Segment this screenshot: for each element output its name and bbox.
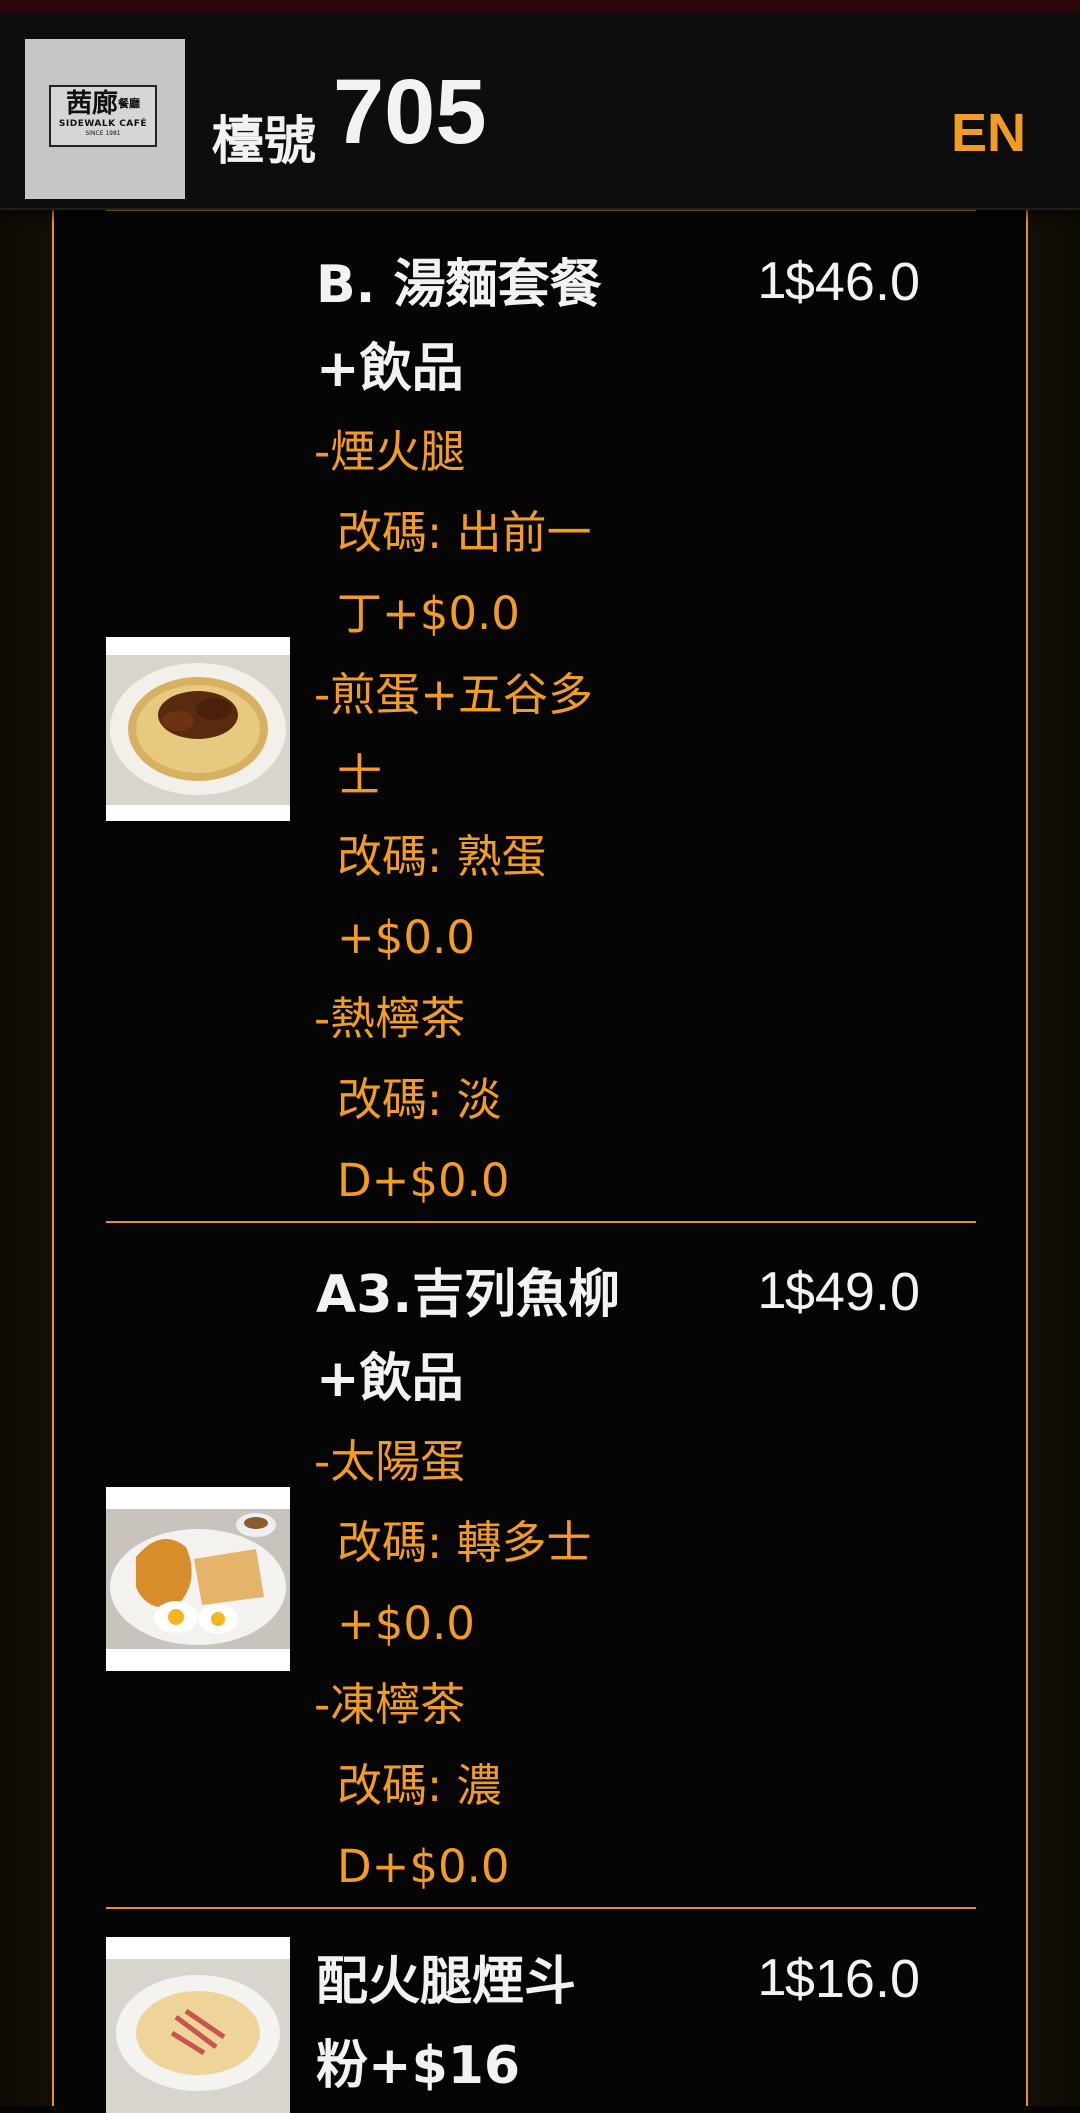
item-option: -凍檸茶 bbox=[314, 1678, 466, 1731]
item-option: -煎蛋+五谷多 bbox=[314, 668, 593, 721]
item-option: 改碼: 熟蛋 bbox=[337, 830, 547, 883]
item-thumbnail-soup-noodle bbox=[106, 637, 290, 821]
item-option: -熱檸茶 bbox=[314, 992, 466, 1045]
item-thumbnail-fish-fillet bbox=[106, 1487, 290, 1671]
logo-since-text: SINCE 1981 bbox=[85, 130, 121, 137]
app-header: 茜廊餐廳 SIDEWALK CAFÉ SINCE 1981 檯號 705 EN bbox=[0, 14, 1080, 210]
item-name: 配火腿煙斗 bbox=[316, 1952, 577, 2012]
item-name: A3.吉列魚柳 bbox=[316, 1265, 621, 1325]
status-strip bbox=[0, 0, 1080, 14]
table-number: 705 bbox=[333, 61, 487, 163]
soup-noodle-photo bbox=[106, 637, 290, 821]
macaroni-photo bbox=[106, 1937, 290, 2113]
item-option: D+$0.0 bbox=[337, 1840, 510, 1893]
item-option: 改碼: 出前一 bbox=[337, 506, 592, 559]
logo-english-text: SIDEWALK CAFÉ bbox=[58, 119, 148, 129]
language-toggle-button[interactable]: EN bbox=[951, 102, 1026, 164]
item-option: 士 bbox=[337, 749, 383, 802]
right-margin bbox=[1028, 208, 1080, 2106]
item-name-continued: +飲品 bbox=[316, 339, 464, 399]
item-thumbnail-macaroni bbox=[106, 1937, 290, 2113]
item-option: +$0.0 bbox=[337, 1597, 475, 1650]
table-label: 檯號 bbox=[212, 112, 317, 172]
order-list-panel: B. 湯麵套餐 +飲品 1 $46.0 -煙火腿 改碼: 出前一 丁+$0.0 … bbox=[52, 205, 1028, 2113]
logo-chinese-text: 茜廊餐廳 bbox=[65, 89, 140, 119]
item-name-continued: 粉+$16 bbox=[316, 2036, 521, 2096]
item-divider bbox=[106, 1907, 976, 1909]
item-option: D+$0.0 bbox=[337, 1154, 510, 1207]
item-option: 改碼: 轉多士 bbox=[337, 1516, 592, 1569]
item-divider bbox=[106, 1221, 976, 1223]
item-option: 改碼: 淡 bbox=[337, 1073, 502, 1126]
restaurant-logo: 茜廊餐廳 SIDEWALK CAFÉ SINCE 1981 bbox=[25, 39, 185, 199]
item-option: 丁+$0.0 bbox=[337, 587, 520, 640]
item-option: 改碼: 濃 bbox=[337, 1759, 502, 1812]
item-price: $46.0 bbox=[784, 252, 920, 312]
item-name-continued: +飲品 bbox=[316, 1349, 464, 1409]
item-price: $49.0 bbox=[784, 1262, 920, 1322]
item-price: $16.0 bbox=[784, 1949, 920, 2009]
item-option: -太陽蛋 bbox=[314, 1435, 466, 1488]
item-option: +$0.0 bbox=[337, 911, 475, 964]
logo-mark: 茜廊餐廳 SIDEWALK CAFÉ SINCE 1981 bbox=[49, 85, 157, 147]
left-margin bbox=[0, 208, 52, 2106]
item-option: -煙火腿 bbox=[314, 425, 466, 478]
item-name: B. 湯麵套餐 bbox=[316, 255, 602, 315]
fish-fillet-photo bbox=[106, 1487, 290, 1671]
